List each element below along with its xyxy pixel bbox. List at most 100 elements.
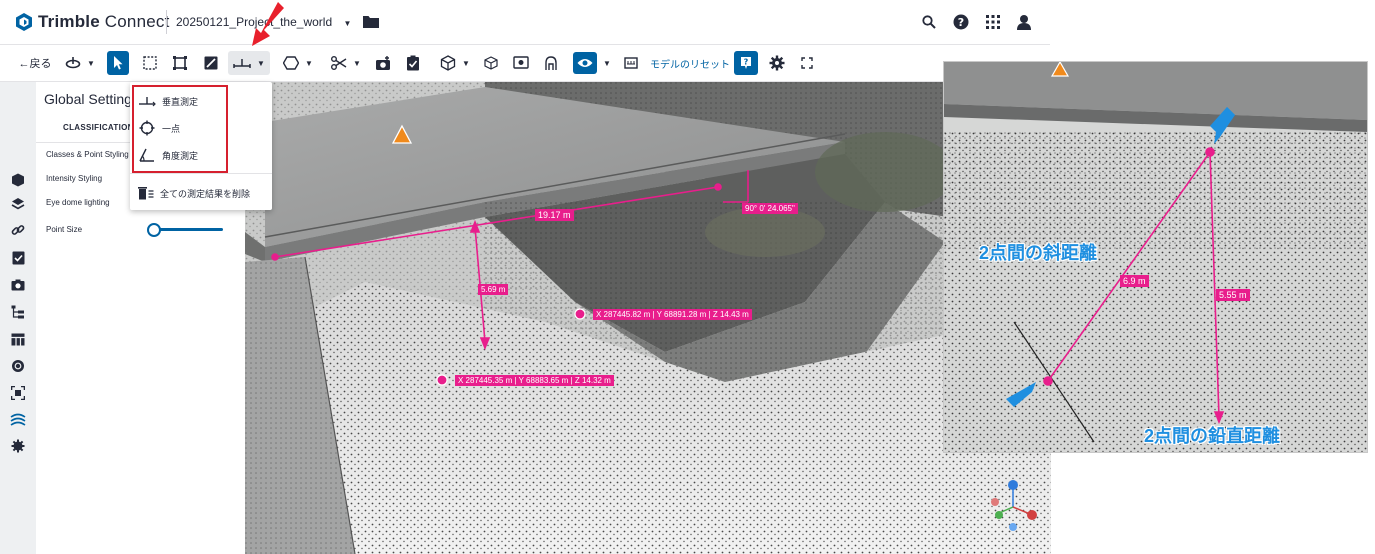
menu-item-label: 全ての測定結果を削除 — [160, 188, 251, 199]
eye-toggle[interactable] — [573, 52, 598, 74]
menu-item-angle-measure[interactable]: 角度測定 — [138, 145, 198, 165]
setting-classes-point-styling[interactable]: Classes & Point Styling — [46, 150, 129, 159]
header-divider — [166, 10, 167, 34]
orbit-icon — [65, 57, 81, 69]
markup-icon — [204, 56, 218, 70]
setting-eye-dome-lighting[interactable]: Eye dome lighting — [46, 198, 110, 207]
trash-list-icon — [138, 187, 154, 200]
reset-model-button[interactable]: モデルのリセット — [650, 51, 730, 75]
inset-measurement-closeup: 6.9 m 5.55 m 2点間の斜距離 2点間の鉛直距離 — [943, 61, 1368, 453]
box-select-button[interactable] — [139, 51, 161, 75]
inset-vertical-distance-label: 5.55 m — [1216, 289, 1250, 301]
cursor-arrow-icon — [114, 56, 123, 70]
setting-point-size: Point Size — [46, 225, 83, 234]
menu-item-vertical-measure[interactable]: 垂直測定 — [138, 91, 198, 111]
folder-icon[interactable] — [362, 13, 380, 31]
menu-item-point[interactable]: 一点 — [138, 118, 180, 138]
panel-title: Global Settings — [44, 91, 139, 107]
vertical-distance-caption: 2点間の鉛直距離 — [1144, 426, 1281, 446]
camera-icon[interactable] — [10, 277, 26, 293]
menu-item-delete-all-measurements[interactable]: 全ての測定結果を削除 — [138, 183, 250, 203]
measure-tool-button[interactable]: ▼ — [228, 51, 270, 75]
snapshot-button[interactable] — [372, 51, 394, 75]
pointer-arrow-icon — [252, 2, 284, 46]
menu-item-label: 角度測定 — [162, 150, 199, 161]
link-icon[interactable] — [10, 222, 26, 238]
globe-icon[interactable] — [10, 358, 26, 374]
measure-dropdown-menu: 垂直測定 一点 角度測定 全ての測定結果を削除 — [130, 82, 272, 210]
cut-tool-button[interactable]: ▼ — [326, 51, 366, 75]
chevron-down-icon: ▼ — [353, 58, 361, 68]
chevron-down-icon: ▼ — [462, 58, 470, 68]
trimble-logo-icon — [16, 13, 32, 31]
clipboard-check-icon — [407, 55, 419, 71]
chevron-down-icon: ▼ — [87, 58, 95, 68]
clipboard-check-icon[interactable] — [10, 249, 26, 265]
visibility-button[interactable]: ▼ — [570, 51, 614, 75]
gear-icon — [769, 55, 785, 71]
point-cloud-icon[interactable] — [10, 411, 26, 427]
cube-icon[interactable] — [10, 172, 26, 188]
user-avatar-icon[interactable] — [1015, 13, 1033, 31]
ruler-button[interactable] — [620, 51, 642, 75]
viewer-toolbar: ←戻る ▼ ▼ ▼ ▼ ▼ ▼ モデルのリセット ? — [0, 45, 1050, 82]
scissors-icon — [331, 56, 347, 70]
crosshair-icon — [139, 120, 155, 136]
tab-label: CLASSIFICATION — [63, 123, 134, 132]
extension-gear-icon[interactable] — [10, 438, 26, 454]
point-size-slider-handle[interactable] — [147, 223, 161, 237]
fullscreen-button[interactable] — [796, 51, 818, 75]
settings-button[interactable] — [766, 51, 788, 75]
menu-item-label: 垂直測定 — [162, 96, 199, 107]
search-icon[interactable] — [920, 13, 938, 31]
point-coordinate-label-a: X 287445.82 m | Y 68891.28 m | Z 14.43 m — [593, 309, 752, 320]
3d-viewport[interactable]: 19.17 m 90° 0' 24.065" 5.69 m X 287445.8… — [245, 82, 1051, 554]
focus-frame-icon[interactable] — [10, 385, 26, 401]
vertical-distance-label: 5.69 m — [478, 284, 509, 295]
left-icon-rail — [0, 82, 37, 554]
hexagon-icon — [283, 56, 300, 70]
camera-add-icon — [376, 55, 390, 70]
angle-label: 90° 0' 24.065" — [742, 203, 798, 214]
svg-text:?: ? — [744, 58, 749, 67]
ruler-icon — [624, 57, 638, 69]
eye-icon — [577, 59, 593, 67]
setting-intensity-styling[interactable]: Intensity Styling — [46, 174, 102, 183]
todo-button[interactable] — [402, 51, 424, 75]
menu-divider — [130, 173, 272, 174]
apps-grid-icon[interactable] — [984, 13, 1002, 31]
box-outline-icon — [484, 56, 498, 70]
arch-view-button[interactable] — [540, 51, 562, 75]
chevron-down-icon: ▼ — [343, 19, 352, 28]
object-view-button[interactable] — [480, 51, 502, 75]
section-box-icon — [173, 56, 187, 70]
chevron-down-icon: ▼ — [305, 58, 313, 68]
section-box-button[interactable] — [169, 51, 191, 75]
arch-icon — [545, 55, 557, 70]
cube-icon — [440, 55, 456, 71]
measure-ruler-icon — [233, 59, 251, 68]
layers-icon[interactable] — [10, 196, 26, 212]
fullscreen-icon — [801, 57, 813, 69]
select-tool-button[interactable] — [107, 51, 129, 75]
app-title: Trimble Connect — [38, 12, 170, 31]
orbit-mode-button[interactable]: ▼ — [60, 51, 100, 75]
help-icon[interactable]: ? — [952, 13, 970, 31]
markup-button[interactable] — [200, 51, 222, 75]
dashed-square-icon — [143, 56, 157, 70]
back-button[interactable]: ←戻る — [16, 51, 54, 75]
slope-distance-caption: 2点間の斜距離 — [979, 243, 1098, 263]
menu-item-label: 一点 — [162, 123, 181, 134]
help-tool-button[interactable]: ? — [734, 51, 758, 75]
shape-tool-button[interactable]: ▼ — [278, 51, 318, 75]
slope-distance-label: 6.9 m — [1120, 275, 1149, 287]
viewpoint-button[interactable] — [510, 51, 532, 75]
view-3d-button[interactable]: ▼ — [434, 51, 476, 75]
chevron-down-icon: ▼ — [257, 58, 265, 68]
table-icon[interactable] — [10, 331, 26, 347]
horizontal-distance-label: 19.17 m — [535, 209, 574, 221]
vertical-measure-icon — [139, 97, 156, 107]
angle-icon — [139, 148, 154, 162]
app-logo[interactable]: Trimble Connect — [16, 12, 170, 32]
tree-structure-icon[interactable] — [10, 304, 26, 320]
